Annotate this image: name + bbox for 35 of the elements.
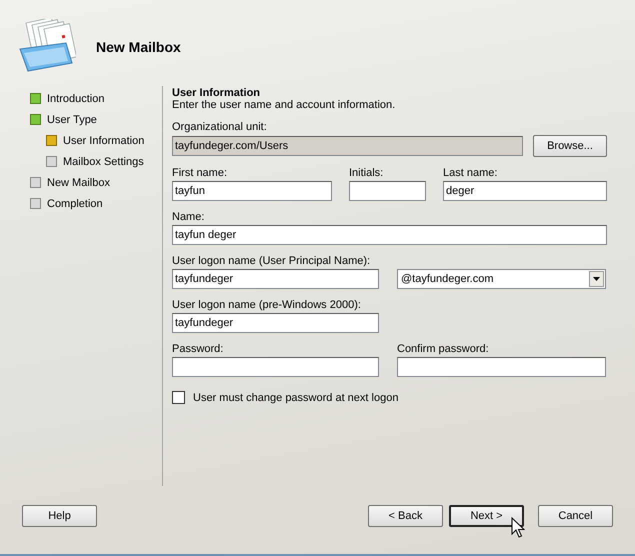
- name-field[interactable]: tayfun deger: [172, 225, 607, 245]
- logon-name-field[interactable]: tayfundeger: [172, 313, 379, 333]
- step-item: New Mailbox: [30, 172, 162, 193]
- field-label: Confirm password:: [397, 343, 490, 355]
- text-field[interactable]: deger: [443, 181, 607, 201]
- field-label: User logon name (User Principal Name):: [172, 255, 372, 267]
- field-label: Organizational unit:: [172, 121, 268, 133]
- field-label: Initials:: [349, 167, 384, 179]
- checkbox[interactable]: [172, 391, 185, 404]
- password-field[interactable]: [397, 357, 606, 377]
- step-item: User Type: [30, 109, 162, 130]
- step-item: Completion: [30, 193, 162, 214]
- section-description: Enter the user name and account information.: [172, 99, 396, 111]
- field-label: Password:: [172, 343, 224, 355]
- next-button[interactable]: Next >: [449, 505, 524, 527]
- step-item: User Information: [46, 130, 162, 151]
- checkbox-label: User must change password at next logon: [193, 392, 398, 404]
- domain-dropdown[interactable]: @tayfundeger.com: [397, 269, 606, 289]
- password-field[interactable]: [172, 357, 379, 377]
- pointer-icon: [511, 517, 525, 538]
- wizard-title: New Mailbox: [96, 39, 181, 55]
- text-field[interactable]: tayfun: [172, 181, 332, 201]
- text-field[interactable]: [349, 181, 426, 201]
- step-item: Introduction: [30, 88, 162, 109]
- step-item: Mailbox Settings: [46, 151, 162, 172]
- dropdown-arrow-icon: [593, 277, 600, 281]
- field-label: First name:: [172, 167, 228, 179]
- field-label: User logon name (pre-Windows 2000):: [172, 299, 362, 311]
- help-button[interactable]: Help: [22, 505, 97, 527]
- logon-name-field[interactable]: tayfundeger: [172, 269, 379, 289]
- field-label: Name:: [172, 211, 206, 223]
- back-button[interactable]: < Back: [368, 505, 443, 527]
- field-label: Last name:: [443, 167, 498, 179]
- cancel-button[interactable]: Cancel: [538, 505, 613, 527]
- section-title: User Information: [172, 87, 262, 99]
